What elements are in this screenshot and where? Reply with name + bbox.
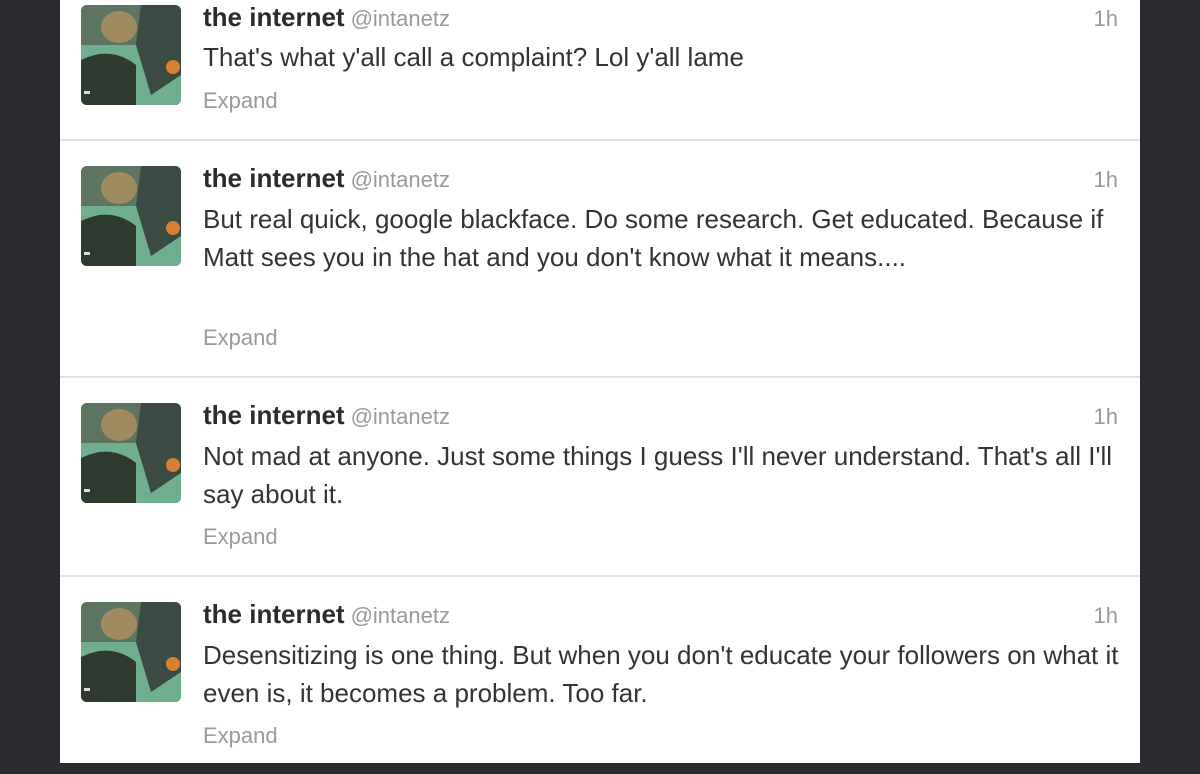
user-name[interactable]: the internet — [203, 400, 345, 430]
avatar-image — [81, 403, 181, 503]
expand-link[interactable]: Expand — [203, 88, 278, 114]
tweet-header: the internet @intanetz 1h — [203, 400, 1118, 434]
tweet-timestamp[interactable]: 1h — [1094, 167, 1118, 193]
avatar-image — [81, 602, 181, 702]
expand-link[interactable]: Expand — [203, 723, 278, 749]
tweet-text: That's what y'all call a complaint? Lol … — [203, 42, 744, 72]
user-name[interactable]: the internet — [203, 599, 345, 629]
user-handle[interactable]: @intanetz — [351, 404, 450, 429]
expand-link[interactable]: Expand — [203, 524, 278, 550]
tweet-header: the internet @intanetz 1h — [203, 2, 1118, 36]
tweet-header: the internet @intanetz 1h — [203, 599, 1118, 633]
tweet-timestamp[interactable]: 1h — [1094, 603, 1118, 629]
tweet-item[interactable]: the internet @intanetz 1h Not mad at anyo… — [60, 378, 1140, 577]
user-handle[interactable]: @intanetz — [351, 167, 450, 192]
user-avatar[interactable] — [81, 602, 181, 702]
tweet-timestamp[interactable]: 1h — [1094, 404, 1118, 430]
tweet-timestamp[interactable]: 1h — [1094, 6, 1118, 32]
tweet-timeline: the internet @intanetz 1h That's what y'a… — [60, 0, 1140, 763]
tweet-text: Desensitizing is one thing. But when you… — [203, 640, 1119, 708]
tweet-item[interactable]: the internet @intanetz 1h Desensitizing i… — [60, 577, 1140, 763]
user-avatar[interactable] — [81, 166, 181, 266]
avatar-image — [81, 5, 181, 105]
user-handle[interactable]: @intanetz — [351, 6, 450, 31]
avatar-image — [81, 166, 181, 266]
tweet-item[interactable]: the internet @intanetz 1h But real quick,… — [60, 141, 1140, 378]
user-avatar[interactable] — [81, 5, 181, 105]
tweet-header: the internet @intanetz 1h — [203, 163, 1118, 197]
tweet-text: Not mad at anyone. Just some things I gu… — [203, 441, 1112, 509]
expand-link[interactable]: Expand — [203, 325, 278, 351]
tweet-item[interactable]: the internet @intanetz 1h That's what y'a… — [60, 0, 1140, 141]
user-name[interactable]: the internet — [203, 2, 345, 32]
user-name[interactable]: the internet — [203, 163, 345, 193]
user-handle[interactable]: @intanetz — [351, 603, 450, 628]
tweet-text: But real quick, google blackface. Do som… — [203, 204, 1104, 272]
user-avatar[interactable] — [81, 403, 181, 503]
